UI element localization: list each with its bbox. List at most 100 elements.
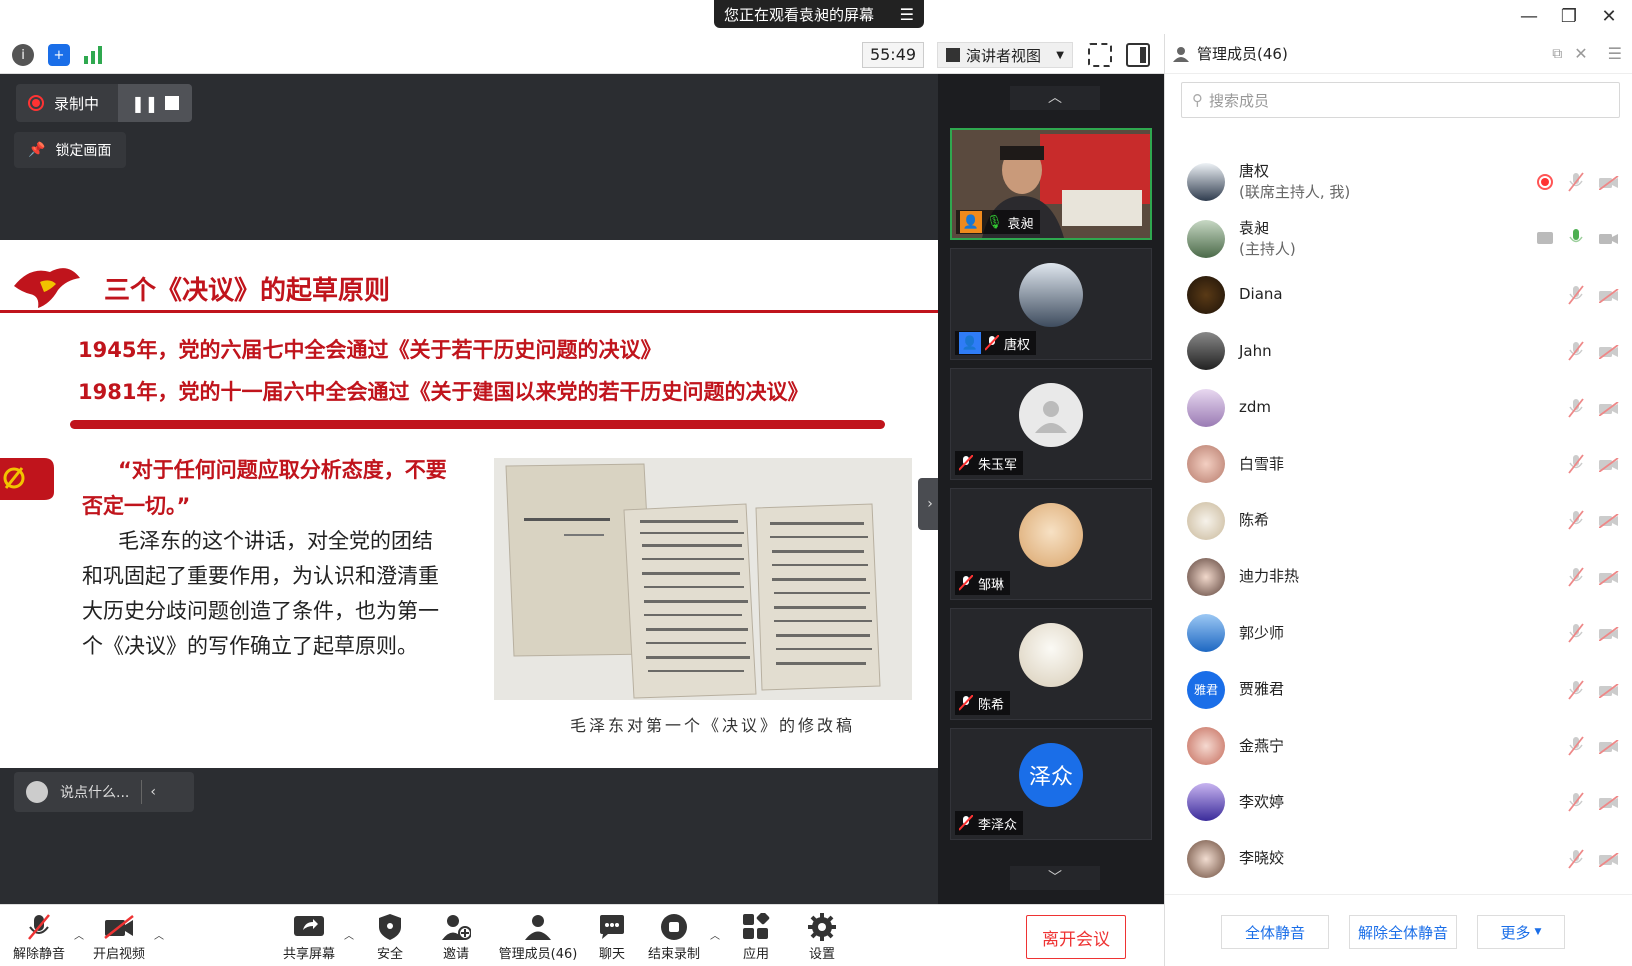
fullscreen-icon[interactable] [1088, 43, 1112, 67]
panel-menu-icon[interactable]: ☰ [1608, 44, 1622, 63]
mic-off-icon[interactable] [1567, 567, 1585, 587]
video-tile-tang[interactable]: 👤 唐权 [950, 248, 1152, 360]
share-screen-button[interactable]: 共享屏幕 [280, 913, 338, 962]
camera-off-icon[interactable] [1598, 795, 1619, 812]
video-tile-chen[interactable]: 陈希 [950, 608, 1152, 720]
mic-off-icon[interactable] [1567, 623, 1585, 643]
unmute-all-button[interactable]: 解除全体静音 [1349, 915, 1457, 949]
sidebar-toggle-icon[interactable] [1126, 43, 1150, 67]
mic-off-icon[interactable] [1567, 792, 1585, 812]
camera-off-icon[interactable] [1598, 626, 1619, 642]
member-row[interactable]: 白雪菲 [1165, 436, 1632, 492]
record-dot-icon [28, 95, 44, 111]
member-row[interactable]: zdm [1165, 380, 1632, 436]
member-list: 唐权 (联席主持人, 我) 袁昶 (主持人) Diana Jahn zdm 白雪菲 陈希 迪力非热… [1165, 154, 1632, 880]
popout-icon[interactable]: ⧉ [1552, 46, 1562, 62]
mic-off-icon[interactable] [1567, 398, 1585, 418]
person-icon [1173, 46, 1189, 62]
apps-button[interactable]: 应用 [736, 913, 776, 962]
member-row[interactable]: 陈希 [1165, 492, 1632, 548]
camera-off-icon[interactable] [1598, 344, 1619, 360]
emoji-icon[interactable] [26, 781, 48, 803]
member-row[interactable]: 袁昶 (主持人) [1165, 210, 1632, 266]
chevron-up-icon[interactable]: ︿ [154, 927, 164, 942]
minimize-icon[interactable]: — [1516, 4, 1542, 30]
close-panel-icon[interactable]: ✕ [1574, 44, 1587, 63]
video-tile-zhu[interactable]: 朱玉军 [950, 368, 1152, 480]
member-row[interactable]: Diana [1165, 267, 1632, 323]
avatar: 泽众 [1019, 743, 1083, 807]
security-button[interactable]: 安全 [370, 913, 410, 962]
camera-off-icon[interactable] [1598, 175, 1619, 191]
member-row[interactable]: 雅君 贾雅君 [1165, 662, 1632, 718]
stop-recording-button[interactable] [164, 96, 179, 110]
mic-off-icon[interactable] [1567, 849, 1585, 869]
end-recording-button[interactable]: 结束录制 [646, 913, 702, 962]
shield-icon[interactable]: + [48, 44, 70, 66]
chevron-up-icon[interactable]: ︿ [344, 927, 354, 942]
member-row[interactable]: Jahn [1165, 323, 1632, 379]
member-row[interactable]: 唐权 (联席主持人, 我) [1165, 154, 1632, 210]
mic-off-icon[interactable] [1567, 172, 1585, 192]
chevron-left-icon[interactable]: ‹ [150, 784, 156, 800]
chevron-up-icon[interactable]: ︿ [710, 927, 720, 942]
banner-menu-icon[interactable]: ☰ [900, 5, 914, 24]
camera-off-icon[interactable] [1598, 739, 1619, 755]
member-row[interactable]: 迪力非热 [1165, 549, 1632, 605]
mic-off-icon[interactable] [1567, 679, 1585, 700]
member-avatar [1187, 501, 1225, 540]
start-video-label: 开启视频 [92, 947, 145, 962]
video-tile-li[interactable]: 泽众 李泽众 [950, 728, 1152, 840]
camera-icon[interactable] [1599, 231, 1619, 245]
quick-chat-input[interactable]: 说点什么... ‹ [14, 772, 194, 812]
camera-off-icon[interactable] [1598, 682, 1619, 699]
unmute-button[interactable]: 解除静音 [10, 913, 68, 962]
signal-icon[interactable] [82, 44, 104, 66]
settings-button[interactable]: 设置 [802, 913, 842, 962]
restore-icon[interactable]: ❐ [1556, 4, 1582, 30]
mic-off-icon [958, 574, 974, 591]
camera-off-icon[interactable] [1598, 400, 1619, 417]
chevron-up-icon[interactable]: ︿ [74, 927, 84, 942]
member-row[interactable]: 郭少师 [1165, 605, 1632, 661]
camera-off-icon[interactable] [1598, 513, 1619, 530]
member-row[interactable]: 金燕宁 [1165, 718, 1632, 774]
mic-on-icon: 🎙 [986, 214, 1003, 230]
member-row[interactable]: 李晓姣 [1165, 831, 1632, 880]
slide-line-1945: 1945年，党的六届七中全会通过《关于若干历史问题的决议》 [78, 338, 662, 362]
invite-button[interactable]: 邀请 [436, 913, 476, 962]
camera-off-icon[interactable] [1598, 457, 1619, 473]
lock-screen-button[interactable]: 📌 锁定画面 [14, 132, 126, 168]
pause-recording-button[interactable]: ❚❚ [131, 94, 158, 113]
gallery-scroll-down-button[interactable]: ﹀ [1010, 866, 1100, 890]
mic-off-icon[interactable] [1567, 510, 1585, 530]
camera-off-icon[interactable] [1598, 288, 1619, 304]
member-row[interactable]: 李欢婷 [1165, 774, 1632, 830]
manage-members-button[interactable]: 管理成员(46) [490, 913, 586, 962]
chat-button[interactable]: 聊天 [592, 913, 632, 962]
camera-off-icon[interactable] [1598, 851, 1619, 868]
camera-off-icon[interactable] [1598, 570, 1619, 586]
video-tile-yuan[interactable]: 👤 🎙 袁昶 [950, 128, 1152, 240]
title-divider [0, 310, 938, 313]
more-button[interactable]: 更多 ▼ [1477, 915, 1565, 949]
mic-off-icon[interactable] [1567, 285, 1585, 305]
video-tile-zou[interactable]: 邹琳 [950, 488, 1152, 600]
member-avatar [1187, 614, 1225, 653]
slide-title: 三个《决议》的起草原则 [104, 276, 391, 306]
screen-share-banner[interactable]: 您正在观看袁昶的屏幕 ☰ [714, 0, 924, 28]
info-icon[interactable]: i [12, 44, 34, 66]
gear-icon [802, 913, 842, 941]
mic-off-icon[interactable] [1567, 736, 1585, 756]
gallery-scroll-up-button[interactable]: ︿ [1010, 86, 1100, 110]
close-icon[interactable]: ✕ [1596, 4, 1622, 30]
member-search-placeholder: 搜索成员 [1209, 91, 1270, 110]
mic-off-icon[interactable] [1567, 454, 1585, 474]
mic-off-icon[interactable] [1567, 341, 1585, 361]
view-mode-select[interactable]: 演讲者视图 ▼ [937, 42, 1073, 68]
leave-meeting-button[interactable]: 离开会议 [1026, 915, 1126, 959]
start-video-button[interactable]: 开启视频 [90, 913, 148, 962]
member-search-input[interactable]: ⚲ 搜索成员 [1181, 82, 1620, 118]
mute-all-button[interactable]: 全体静音 [1221, 915, 1329, 949]
mic-on-icon[interactable] [1567, 228, 1585, 248]
